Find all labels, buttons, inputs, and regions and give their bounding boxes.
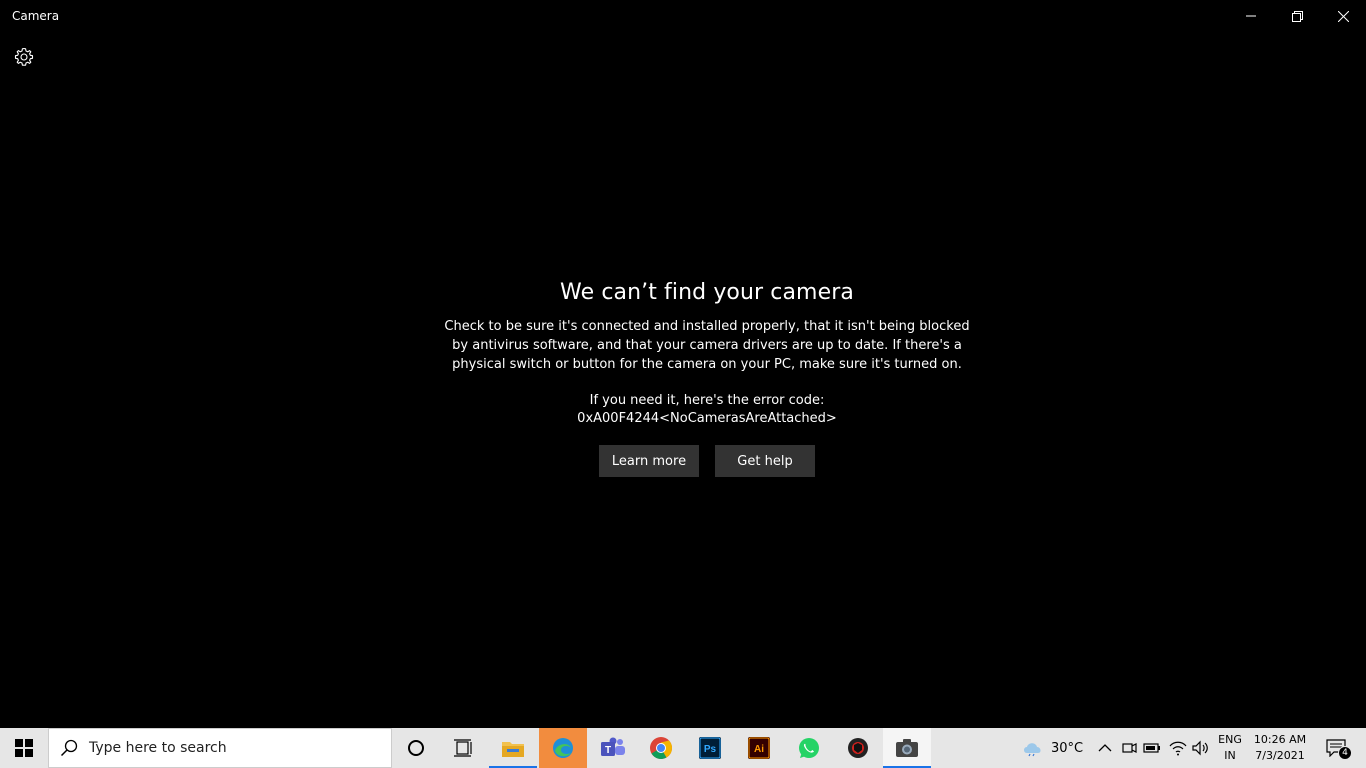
camera-button[interactable] (883, 728, 931, 768)
error-description: Check to be sure it's connected and inst… (433, 317, 981, 374)
camera-icon (896, 739, 918, 757)
close-button[interactable] (1320, 0, 1366, 32)
close-icon (1337, 10, 1349, 22)
teams-button[interactable]: T (589, 728, 637, 768)
svg-text:Ps: Ps (704, 744, 717, 755)
app-title: Camera (12, 9, 60, 23)
photoshop-icon: Ps (699, 737, 721, 759)
meet-now-icon (1122, 743, 1137, 753)
gear-icon (14, 47, 34, 66)
battery-icon (1143, 743, 1160, 753)
weather-temperature[interactable]: 30°C (1048, 728, 1086, 768)
chrome-icon (650, 737, 672, 759)
error-heading: We can’t find your camera (560, 280, 854, 305)
game-app-icon (848, 738, 868, 758)
learn-more-button[interactable]: Learn more (599, 445, 699, 477)
restore-icon (1291, 10, 1303, 22)
illustrator-button[interactable]: Ai (735, 728, 783, 768)
chrome-button[interactable] (637, 728, 685, 768)
windows-icon (15, 739, 33, 757)
network-button[interactable] (1166, 728, 1190, 768)
start-button[interactable] (0, 728, 48, 768)
weather-cloud-icon (1024, 743, 1041, 757)
search-placeholder: Type here to search (89, 740, 227, 756)
whatsapp-button[interactable] (785, 728, 833, 768)
taskbar-search[interactable]: Type here to search (48, 728, 392, 768)
clock-button[interactable]: 10:26 AM 7/3/2021 (1248, 732, 1312, 764)
restore-button[interactable] (1274, 0, 1320, 32)
svg-text:T: T (605, 745, 611, 756)
teams-icon: T (601, 737, 625, 756)
file-explorer-icon (502, 742, 524, 757)
notification-count-badge: 4 (1338, 746, 1352, 760)
game-app-button[interactable] (834, 728, 882, 768)
clock-date: 7/3/2021 (1255, 749, 1305, 762)
language-code: ENG (1218, 733, 1242, 746)
task-view-button[interactable] (440, 728, 488, 768)
file-explorer-button[interactable] (489, 728, 537, 768)
edge-button[interactable] (539, 728, 587, 768)
svg-text:Ai: Ai (754, 744, 764, 755)
get-help-button[interactable]: Get help (715, 445, 815, 477)
chevron-up-icon (1098, 744, 1112, 752)
cortana-icon (408, 740, 424, 756)
error-description-line: Check to be sure it's connected and inst… (444, 319, 970, 334)
minimize-button[interactable] (1228, 0, 1274, 32)
weather-button[interactable] (1018, 728, 1048, 768)
clock-time: 10:26 AM (1253, 733, 1307, 746)
error-description-line: physical switch or button for the camera… (452, 357, 962, 372)
task-view-icon (454, 739, 472, 757)
taskbar: Type here to search T Ps Ai 30°C ENG IN … (0, 728, 1366, 768)
error-description-line: by antivirus software, and that your cam… (452, 338, 962, 353)
wifi-icon (1169, 741, 1187, 756)
title-bar: Camera (0, 0, 1366, 32)
camera-error-panel: We can’t find your camera Check to be su… (433, 278, 981, 477)
error-code-label: If you need it, here's the error code: (589, 393, 825, 408)
action-center-button[interactable]: 4 (1316, 728, 1356, 768)
speaker-icon (1192, 740, 1208, 756)
meet-now-button[interactable] (1118, 728, 1140, 768)
battery-button[interactable] (1141, 728, 1163, 768)
whatsapp-icon (799, 738, 819, 758)
input-language-button[interactable]: ENG IN (1212, 732, 1248, 764)
region-code: IN (1224, 749, 1236, 762)
error-code: 0xA00F4244<NoCamerasAreAttached> (577, 411, 837, 426)
edge-icon (553, 738, 573, 758)
volume-button[interactable] (1190, 728, 1212, 768)
search-icon (49, 729, 89, 767)
cortana-button[interactable] (392, 728, 440, 768)
error-actions: Learn more Get help (433, 445, 981, 477)
settings-button[interactable] (12, 45, 36, 69)
photoshop-button[interactable]: Ps (686, 728, 734, 768)
illustrator-icon: Ai (748, 737, 770, 759)
minimize-icon (1246, 15, 1256, 17)
show-hidden-icons-button[interactable] (1094, 728, 1116, 768)
